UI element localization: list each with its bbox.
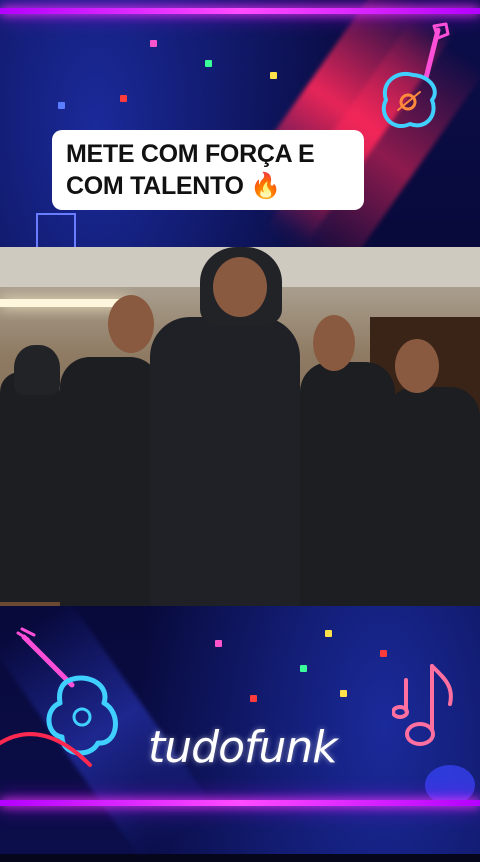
ceiling-light xyxy=(0,299,130,307)
confetti-dot xyxy=(58,102,65,109)
dancer-head xyxy=(395,339,439,393)
decorative-blob xyxy=(425,765,475,805)
brand-name: tudofunk xyxy=(148,722,338,773)
dancer xyxy=(60,357,160,606)
caption-box: METE COM FORÇA E COM TALENTO 🔥 xyxy=(52,130,364,210)
confetti-dot xyxy=(250,695,257,702)
guitar-icon xyxy=(368,20,468,155)
lead-dancer-head xyxy=(213,257,267,317)
dancer-head xyxy=(313,315,355,371)
confetti-dot xyxy=(205,60,212,67)
guitar-icon xyxy=(0,625,160,780)
dancer-head xyxy=(108,295,154,353)
lead-dancer xyxy=(150,317,300,606)
confetti-dot xyxy=(380,650,387,657)
confetti-dot xyxy=(300,665,307,672)
dancer xyxy=(385,387,480,606)
confetti-dot xyxy=(270,72,277,79)
confetti-dot xyxy=(340,690,347,697)
dancer-hood xyxy=(14,345,60,395)
caption-line-2: COM TALENTO 🔥 xyxy=(66,172,282,200)
confetti-dot xyxy=(325,630,332,637)
dancer xyxy=(300,362,395,606)
neon-top-border xyxy=(0,8,480,14)
confetti-dot xyxy=(120,95,127,102)
decorative-frame xyxy=(36,213,76,249)
neon-bottom-border xyxy=(0,800,480,806)
caption-line-1: METE COM FORÇA E xyxy=(66,140,315,168)
confetti-dot xyxy=(150,40,157,47)
dancer xyxy=(0,372,60,602)
video-frame[interactable] xyxy=(0,247,480,606)
confetti-dot xyxy=(215,640,222,647)
music-note-icon xyxy=(391,660,462,765)
